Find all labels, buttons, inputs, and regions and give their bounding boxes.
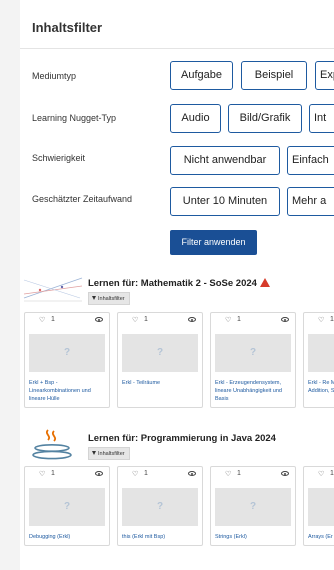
question-mark-icon: ? — [156, 501, 164, 512]
chip-nicht-anwendbar[interactable]: Nicht anwendbar — [170, 146, 280, 175]
course-thumbnail-java[interactable] — [30, 428, 74, 460]
heart-icon[interactable]: ♡ — [318, 470, 324, 478]
card-title-link[interactable]: Erkl - Erzeugendensystem, lineare Unabhä… — [215, 379, 293, 403]
course-thumbnail-math[interactable] — [22, 274, 84, 302]
chip-mehr-als[interactable]: Mehr a — [287, 187, 334, 216]
question-mark-icon: ? — [156, 347, 164, 358]
card-title-link[interactable]: Strings (Erkl) — [215, 533, 293, 541]
eye-icon — [188, 317, 196, 322]
content-filter-badge[interactable]: Inhaltsfilter — [88, 447, 130, 460]
eye-icon — [95, 317, 103, 322]
chip-int[interactable]: Int — [309, 104, 334, 133]
learning-card[interactable]: ♡ 1 ? Erkl + Bsp - Linearkombinationen un… — [24, 312, 110, 408]
card-title-link[interactable]: Erkl - Re Matrizen (Matrizen Addition, S… — [308, 379, 334, 395]
learning-card[interactable]: ♡ 1 ? Erkl - Re Matrizen (Matrizen Additi… — [303, 312, 334, 408]
learning-card[interactable]: ♡ 1 ? Arrays (Er — [303, 466, 334, 546]
card-preview: ? — [308, 334, 334, 372]
chip-einfach[interactable]: Einfach — [287, 146, 334, 175]
card-preview: ? — [215, 334, 291, 372]
apply-filter-button[interactable]: Filter anwenden — [170, 230, 257, 255]
learning-card[interactable]: ♡ 1 ? Erkl - Teilräume — [117, 312, 203, 408]
like-count: 1 — [144, 316, 148, 323]
chip-beispiel[interactable]: Beispiel — [241, 61, 307, 90]
card-preview: ? — [122, 334, 198, 372]
chip-exp[interactable]: Exp — [315, 61, 334, 90]
like-count: 1 — [51, 316, 55, 323]
content-panel: Inhaltsfilter Mediumtyp Aufgabe Beispiel… — [20, 0, 334, 570]
content-filter-badge[interactable]: Inhaltsfilter — [88, 292, 130, 305]
badge-label: Inhaltsfilter — [98, 451, 125, 457]
page-margin — [0, 0, 20, 570]
card-preview: ? — [308, 488, 334, 526]
filter-row-label: Geschätzter Zeitaufwand — [32, 194, 133, 204]
card-preview: ? — [122, 488, 198, 526]
chip-aufgabe[interactable]: Aufgabe — [170, 61, 233, 90]
chip-bild-grafik[interactable]: Bild/Grafik — [228, 104, 302, 133]
like-count: 1 — [330, 316, 334, 323]
heart-icon[interactable]: ♡ — [132, 316, 138, 324]
learning-card[interactable]: ♡ 1 ? Erkl - Erzeugendensystem, lineare U… — [210, 312, 296, 408]
card-title-link[interactable]: Arrays (Er — [308, 533, 334, 541]
card-title-link[interactable]: Erkl + Bsp - Linearkombinationen und lin… — [29, 379, 107, 403]
like-count: 1 — [330, 470, 334, 477]
eye-icon — [188, 471, 196, 476]
eye-icon — [95, 471, 103, 476]
learning-card[interactable]: ♡ 1 ? this (Erkl mit Bsp) — [117, 466, 203, 546]
like-count: 1 — [237, 470, 241, 477]
learning-card[interactable]: ♡ 1 ? Debugging (Erkl) — [24, 466, 110, 546]
question-mark-icon: ? — [249, 347, 257, 358]
heart-icon[interactable]: ♡ — [132, 470, 138, 478]
heart-icon[interactable]: ♡ — [225, 316, 231, 324]
course-title-text: Lernen für: Mathematik 2 - SoSe 2024 — [88, 278, 257, 289]
heart-icon[interactable]: ♡ — [39, 316, 45, 324]
filter-row-label: Learning Nugget-Typ — [32, 113, 117, 123]
card-title-link[interactable]: Erkl - Teilräume — [122, 379, 200, 387]
question-mark-icon: ? — [308, 347, 334, 358]
filter-icon — [92, 296, 96, 300]
like-count: 1 — [237, 316, 241, 323]
learning-card[interactable]: ♡ 1 ? Strings (Erkl) — [210, 466, 296, 546]
question-mark-icon: ? — [249, 501, 257, 512]
card-preview: ? — [29, 488, 105, 526]
card-title-link[interactable]: this (Erkl mit Bsp) — [122, 533, 200, 541]
heart-icon[interactable]: ♡ — [39, 470, 45, 478]
question-mark-icon: ? — [63, 347, 71, 358]
question-mark-icon: ? — [63, 501, 71, 512]
course-title[interactable]: Lernen für: Programmierung in Java 2024 — [88, 433, 276, 444]
filter-row-label: Mediumtyp — [32, 71, 77, 81]
card-preview: ? — [29, 334, 105, 372]
chip-unter-10-minuten[interactable]: Unter 10 Minuten — [170, 187, 280, 216]
filter-header: Inhaltsfilter — [20, 0, 334, 49]
filter-row-label: Schwierigkeit — [32, 153, 86, 163]
like-count: 1 — [144, 470, 148, 477]
heart-icon[interactable]: ♡ — [318, 316, 324, 324]
warning-icon — [259, 278, 270, 287]
card-title-link[interactable]: Debugging (Erkl) — [29, 533, 107, 541]
like-count: 1 — [51, 470, 55, 477]
eye-icon — [281, 471, 289, 476]
eye-icon — [281, 317, 289, 322]
heart-icon[interactable]: ♡ — [225, 470, 231, 478]
filter-title: Inhaltsfilter — [32, 20, 103, 35]
question-mark-icon: ? — [308, 501, 334, 512]
chip-audio[interactable]: Audio — [170, 104, 221, 133]
card-preview: ? — [215, 488, 291, 526]
filter-icon — [92, 451, 96, 455]
badge-label: Inhaltsfilter — [98, 296, 125, 302]
course-title[interactable]: Lernen für: Mathematik 2 - SoSe 2024 — [88, 278, 270, 289]
